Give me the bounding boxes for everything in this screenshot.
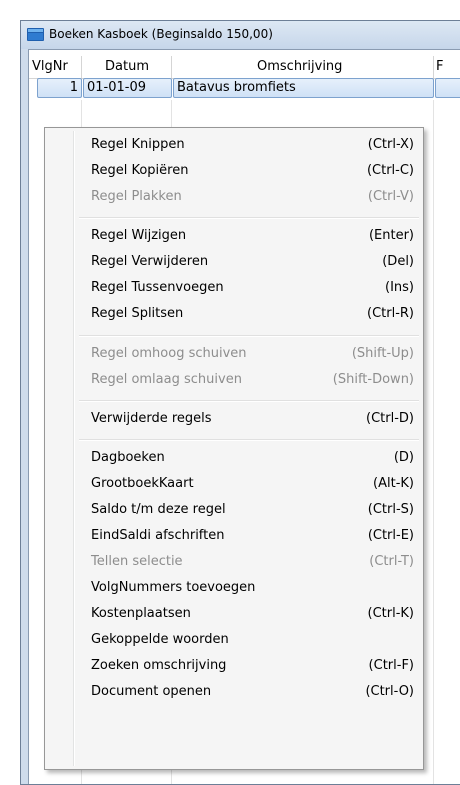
menu-item-regel-wijzigen[interactable]: Regel Wijzigen (Enter) (48, 223, 420, 249)
menu-item-label: Regel Knippen (91, 137, 185, 152)
column-header-partial[interactable]: F (436, 59, 443, 74)
cell-vlgnr[interactable]: 1 (37, 78, 82, 98)
menu-item-regel-omhoog-schuiven: Regel omhoog schuiven (Shift-Up) (48, 341, 420, 367)
menu-item-shortcut: (Ctrl-D) (366, 411, 414, 426)
menu-item-label: Regel Plakken (91, 189, 182, 204)
menu-item-label: Regel omlaag schuiven (91, 372, 242, 387)
menu-item-shortcut: (Ctrl-V) (367, 189, 414, 204)
menu-item-tellen-selectie: Tellen selectie (Ctrl-T) (48, 549, 420, 575)
column-header-datum[interactable]: Datum (105, 59, 149, 74)
menu-item-shortcut: (Alt-K) (373, 476, 414, 491)
menu-item-regel-omlaag-schuiven: Regel omlaag schuiven (Shift-Down) (48, 367, 420, 393)
menu-item-label: Kostenplaatsen (91, 606, 191, 621)
column-header-omschrijving[interactable]: Omschrijving (257, 59, 342, 74)
title-bar[interactable]: Boeken Kasboek (Beginsaldo 150,00) (21, 21, 460, 49)
menu-item-shortcut: (D) (393, 450, 414, 465)
menu-item-shortcut: (Enter) (368, 228, 414, 243)
cell-omschrijving[interactable]: Batavus bromfiets (173, 78, 434, 98)
menu-item-saldo-tm-deze-regel[interactable]: Saldo t/m deze regel (Ctrl-S) (48, 497, 420, 523)
menu-separator (79, 217, 419, 219)
menu-separator (79, 335, 419, 337)
menu-item-label: Regel Tussenvoegen (91, 280, 224, 295)
menu-item-label: GrootboekKaart (91, 476, 194, 491)
context-menu: Regel Knippen (Ctrl-X) Regel Kopiëren (C… (44, 127, 424, 770)
menu-item-kostenplaatsen[interactable]: Kostenplaatsen (Ctrl-K) (48, 601, 420, 627)
menu-item-label: Tellen selectie (91, 554, 183, 569)
menu-item-label: Zoeken omschrijving (91, 658, 227, 673)
cell-datum[interactable]: 01-01-09 (83, 78, 172, 98)
menu-item-dagboeken[interactable]: Dagboeken (D) (48, 445, 420, 471)
menu-item-label: Gekoppelde woorden (91, 632, 229, 647)
menu-item-label: Saldo t/m deze regel (91, 502, 226, 517)
menu-separator (79, 400, 419, 402)
menu-item-label: Dagboeken (91, 450, 165, 465)
window-title: Boeken Kasboek (Beginsaldo 150,00) (49, 27, 273, 41)
menu-item-label: EindSaldi afschriften (91, 528, 225, 543)
menu-item-regel-tussenvoegen[interactable]: Regel Tussenvoegen (Ins) (48, 275, 420, 301)
menu-item-regel-knippen[interactable]: Regel Knippen (Ctrl-X) (48, 132, 420, 158)
window-app-icon (27, 28, 44, 41)
menu-item-grootboekkaart[interactable]: GrootboekKaart (Alt-K) (48, 471, 420, 497)
column-divider[interactable] (171, 56, 172, 78)
cell-partial[interactable] (435, 78, 460, 98)
menu-item-shortcut: (Ctrl-S) (367, 502, 414, 517)
menu-item-label: Regel omhoog schuiven (91, 346, 247, 361)
menu-item-document-openen[interactable]: Document openen (Ctrl-O) (48, 679, 420, 705)
menu-item-shortcut: (Shift-Up) (351, 346, 414, 361)
table-row[interactable]: 1 01-01-09 Batavus bromfiets (29, 78, 460, 100)
column-divider[interactable] (81, 56, 82, 78)
menu-item-label: Regel Splitsen (91, 306, 184, 321)
menu-item-label: Document openen (91, 684, 212, 699)
menu-item-gekoppelde-woorden[interactable]: Gekoppelde woorden (48, 627, 420, 653)
column-divider[interactable] (433, 56, 434, 78)
menu-item-regel-verwijderen[interactable]: Regel Verwijderen (Del) (48, 249, 420, 275)
menu-item-regel-plakken: Regel Plakken (Ctrl-V) (48, 184, 420, 210)
menu-item-shortcut: (Ctrl-X) (367, 137, 414, 152)
menu-item-volgnummers-toevoegen[interactable]: VolgNummers toevoegen (48, 575, 420, 601)
menu-item-regel-splitsen[interactable]: Regel Splitsen (Ctrl-R) (48, 301, 420, 327)
menu-item-shortcut: (Ins) (385, 280, 414, 295)
menu-item-zoeken-omschrijving[interactable]: Zoeken omschrijving (Ctrl-F) (48, 653, 420, 679)
menu-item-shortcut: (Del) (382, 254, 414, 269)
menu-item-label: VolgNummers toevoegen (91, 580, 256, 595)
menu-item-label: Regel Verwijderen (91, 254, 209, 269)
menu-item-verwijderde-regels[interactable]: Verwijderde regels (Ctrl-D) (48, 406, 420, 432)
menu-item-shortcut: (Ctrl-C) (366, 163, 414, 178)
menu-item-label: Verwijderde regels (91, 411, 212, 426)
menu-separator (79, 439, 419, 441)
menu-item-shortcut: (Ctrl-F) (368, 658, 414, 673)
grid-header: VlgNr Datum Omschrijving F (29, 56, 460, 79)
menu-item-label: Regel Wijzigen (91, 228, 187, 243)
grid-line (433, 100, 434, 784)
menu-item-shortcut: (Ctrl-K) (367, 606, 415, 621)
menu-item-shortcut: (Shift-Down) (332, 372, 414, 387)
column-header-vlgnr[interactable]: VlgNr (32, 59, 68, 74)
menu-item-regel-kopieren[interactable]: Regel Kopiëren (Ctrl-C) (48, 158, 420, 184)
menu-item-shortcut: (Ctrl-T) (369, 554, 414, 569)
menu-item-shortcut: (Ctrl-R) (367, 306, 414, 321)
menu-item-shortcut: (Ctrl-O) (365, 684, 414, 699)
menu-item-eindsaldi-afschriften[interactable]: EindSaldi afschriften (Ctrl-E) (48, 523, 420, 549)
menu-item-label: Regel Kopiëren (91, 163, 189, 178)
menu-item-shortcut: (Ctrl-E) (367, 528, 414, 543)
